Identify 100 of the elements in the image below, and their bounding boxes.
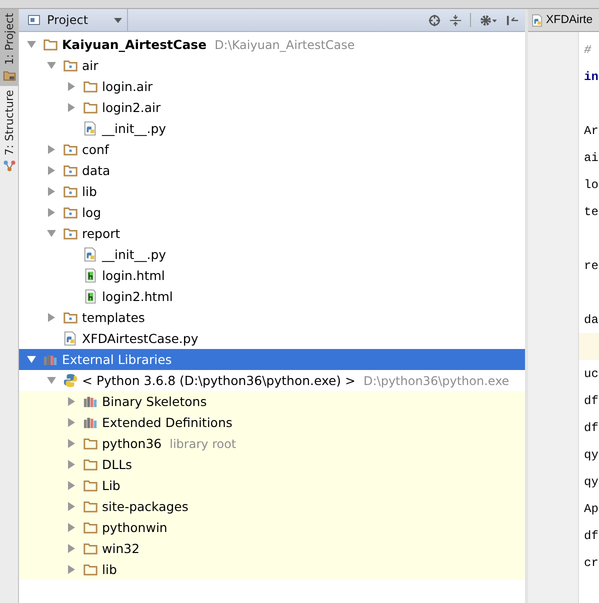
tree-item-label: < Python 3.6.8 (D:\python36\python.exe) > — [82, 373, 356, 388]
settings-icon[interactable] — [479, 14, 498, 26]
tree-item-label: login.html — [102, 268, 165, 283]
code-line: re — [584, 258, 598, 272]
package-folder-icon — [63, 205, 78, 220]
package-folder-icon — [63, 310, 78, 325]
tree-item[interactable]: DLLs — [19, 454, 525, 475]
dropdown-caret-icon[interactable] — [114, 18, 122, 22]
expand-arrow-icon[interactable] — [67, 460, 76, 469]
collapse-arrow-icon[interactable] — [47, 61, 56, 70]
tree-item[interactable]: pythonwin — [19, 517, 525, 538]
tree-item[interactable]: Binary Skeletons — [19, 391, 525, 412]
hide-panel-icon[interactable] — [506, 14, 519, 26]
tree-item[interactable]: login.html — [19, 265, 525, 286]
tree-item[interactable]: login.air — [19, 76, 525, 97]
expand-arrow-icon[interactable] — [67, 502, 76, 511]
tree-item[interactable]: data — [19, 160, 525, 181]
panel-title[interactable]: Project — [47, 13, 88, 27]
tree-item[interactable]: air — [19, 55, 525, 76]
code-line: df — [584, 528, 598, 542]
package-folder-icon — [63, 142, 78, 157]
tree-item-label: air — [82, 58, 98, 73]
tree-item[interactable]: lib — [19, 559, 525, 580]
folder-icon — [83, 100, 98, 115]
code-line: in — [584, 70, 598, 84]
tree-item[interactable]: __init__.py — [19, 118, 525, 139]
expand-arrow-icon[interactable] — [47, 187, 56, 196]
expand-arrow-icon[interactable] — [67, 82, 76, 91]
tree-item-label: __init__.py — [102, 247, 166, 262]
collapse-arrow-icon[interactable] — [47, 229, 56, 238]
tree-item[interactable]: < Python 3.6.8 (D:\python36\python.exe) > D:\python36\python.exe — [19, 370, 525, 391]
python-file-icon — [83, 247, 98, 262]
package-folder-icon — [63, 226, 78, 241]
tree-item-label: log — [82, 205, 102, 220]
expand-arrow-icon[interactable] — [67, 523, 76, 532]
package-folder-icon — [63, 184, 78, 199]
tree-item[interactable]: Extended Definitions — [19, 412, 525, 433]
tree-item-label: templates — [82, 310, 145, 325]
tree-item-label: report — [82, 226, 120, 241]
code-line: da — [584, 312, 598, 326]
expand-arrow-icon[interactable] — [47, 145, 56, 154]
folder-icon — [83, 457, 98, 472]
expand-arrow-icon[interactable] — [47, 313, 56, 322]
tree-item[interactable]: lib — [19, 181, 525, 202]
tree-item-path: D:\Kaiyuan_AirtestCase — [214, 38, 355, 52]
code-line: Ar — [584, 124, 598, 138]
tree-item[interactable]: log — [19, 202, 525, 223]
code-line: qy — [584, 474, 598, 488]
collapse-arrow-icon[interactable] — [47, 376, 56, 385]
collapse-arrow-icon[interactable] — [27, 355, 36, 364]
tree-item[interactable]: win32 — [19, 538, 525, 559]
tree-item-path: library root — [170, 436, 236, 450]
tree-item[interactable]: conf — [19, 139, 525, 160]
expand-arrow-icon[interactable] — [67, 544, 76, 553]
tree-item[interactable]: python36 library root — [19, 433, 525, 454]
tree-item-label: XFDAirtestCase.py — [82, 331, 198, 346]
expand-arrow-icon[interactable] — [67, 418, 76, 427]
html-file-icon — [83, 268, 98, 283]
folder-icon — [83, 541, 98, 556]
tree-item[interactable]: Lib — [19, 475, 525, 496]
editor-tab[interactable]: XFDAirte — [528, 9, 599, 32]
folder-icon — [83, 478, 98, 493]
expand-arrow-icon[interactable] — [67, 397, 76, 406]
tree-item[interactable]: External Libraries — [19, 349, 525, 370]
tree-item-label: login2.html — [102, 289, 173, 304]
tool-window-tab[interactable]: 7: Structure — [0, 86, 18, 176]
library-books-icon — [83, 415, 98, 430]
code-line: uc — [584, 366, 598, 380]
code-line: df — [584, 420, 598, 434]
crosshair-icon[interactable] — [428, 14, 441, 26]
expand-arrow-icon[interactable] — [67, 565, 76, 574]
tree-item-label: lib — [82, 184, 97, 199]
tree-item-label: External Libraries — [62, 352, 172, 367]
tree-item[interactable]: Kaiyuan_AirtestCase D:\Kaiyuan_AirtestCase — [19, 34, 525, 55]
tree-item[interactable]: templates — [19, 307, 525, 328]
expand-arrow-icon[interactable] — [67, 439, 76, 448]
python-file-icon — [83, 121, 98, 136]
tree-item-label: site-packages — [102, 499, 188, 514]
tree-item[interactable]: site-packages — [19, 496, 525, 517]
folder-icon — [43, 37, 58, 52]
tree-item-label: login2.air — [102, 100, 161, 115]
collapse-all-icon[interactable] — [449, 14, 462, 26]
tree-item[interactable]: login2.air — [19, 97, 525, 118]
tree-item[interactable]: __init__.py — [19, 244, 525, 265]
expand-arrow-icon[interactable] — [67, 103, 76, 112]
expand-arrow-icon[interactable] — [47, 166, 56, 175]
expand-arrow-icon[interactable] — [67, 481, 76, 490]
expand-arrow-icon[interactable] — [47, 208, 56, 217]
tree-item[interactable]: XFDAirtestCase.py — [19, 328, 525, 349]
folder-icon — [2, 68, 16, 82]
library-books-icon — [43, 352, 58, 367]
tool-window-tab[interactable]: 1: Project — [0, 9, 18, 86]
code-line: ai — [584, 150, 598, 164]
collapse-arrow-icon[interactable] — [27, 40, 36, 49]
tree-item-label: conf — [82, 142, 109, 157]
tree-item[interactable]: login2.html — [19, 286, 525, 307]
tree-item[interactable]: report — [19, 223, 525, 244]
code-line: df — [584, 394, 598, 408]
tree-item-label: login.air — [102, 79, 153, 94]
html-file-icon — [83, 289, 98, 304]
